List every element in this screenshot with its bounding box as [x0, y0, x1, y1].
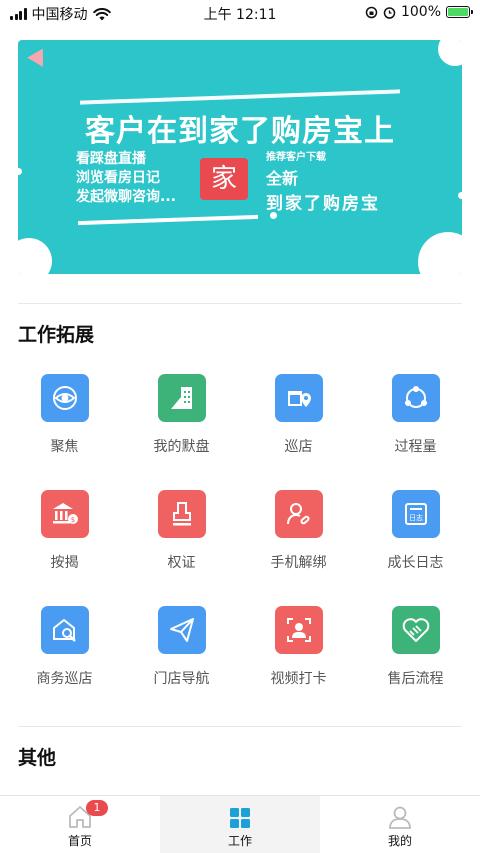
face-frame-icon [274, 606, 323, 654]
banner-recommend: 推荐客户下载 [266, 152, 326, 163]
banner-promo-text: 推荐客户下载 全新 到家了购房宝 [266, 148, 380, 214]
section-title-work: 工作拓展 [18, 324, 95, 346]
tile-growth-log[interactable]: 日志 成长日志 [357, 478, 474, 594]
house-search-icon [40, 606, 89, 654]
tab-home-label: 首页 [67, 834, 92, 848]
tile-label: 手机解绑 [270, 555, 327, 571]
process-cycle-icon [391, 374, 440, 422]
grid-icon [230, 808, 250, 828]
stamp-icon [157, 490, 206, 538]
tab-work-label: 工作 [227, 834, 252, 848]
banner-logo-badge: 家 [200, 158, 248, 200]
banner-app-name: 到家了购房宝 [266, 194, 380, 214]
tile-label: 视频打卡 [270, 671, 327, 687]
tile-label: 门店导航 [153, 671, 210, 687]
tile-label: 售后流程 [387, 671, 444, 687]
battery-icon [446, 6, 473, 18]
tile-label: 按揭 [50, 555, 79, 571]
tab-mine[interactable]: 我的 [320, 796, 480, 853]
rotation-lock-icon [365, 6, 378, 18]
banner-feature-line: 发起微聊咨询... [76, 189, 176, 205]
bottom-tab-bar: 首页 1 工作 我的 [0, 795, 480, 853]
work-grid: 聚焦 我的默盘 巡店 过程量 $ 按揭 权证 手机解绑 日志 成长日志 商务巡店… [6, 362, 474, 710]
decor-dot [458, 192, 462, 199]
promo-banner[interactable]: 客户在到家了购房宝上 看踩盘直播 浏览看房日记 发起微聊咨询... 家 推荐客户… [18, 40, 462, 274]
tile-label: 权证 [167, 555, 196, 571]
user-unlink-icon [274, 490, 323, 538]
notification-badge: 1 [86, 800, 108, 816]
decor-blob [438, 40, 462, 66]
divider [18, 303, 462, 304]
paper-plane-icon [157, 606, 206, 654]
handshake-heart-icon [391, 606, 440, 654]
tile-label: 成长日志 [387, 555, 444, 571]
building-icon [157, 374, 206, 422]
section-title-other: 其他 [18, 747, 57, 769]
tile-label: 聚焦 [50, 439, 79, 455]
banner-feature-line: 看踩盘直播 [76, 151, 146, 167]
focus-eye-icon [40, 374, 89, 422]
banner-new: 全新 [266, 169, 299, 188]
tab-mine-label: 我的 [387, 834, 412, 848]
tab-home[interactable]: 首页 1 [0, 796, 160, 853]
tab-work[interactable]: 工作 [160, 796, 320, 853]
tile-mortgage[interactable]: $ 按揭 [6, 478, 123, 594]
tile-focus[interactable]: 聚焦 [6, 362, 123, 478]
tile-business-patrol[interactable]: 商务巡店 [6, 594, 123, 710]
tile-warrant[interactable]: 权证 [123, 478, 240, 594]
tile-store-nav[interactable]: 门店导航 [123, 594, 240, 710]
tile-video-checkin[interactable]: 视频打卡 [240, 594, 357, 710]
decor-line [80, 89, 400, 105]
alarm-icon [383, 6, 396, 19]
battery-percent: 100% [400, 4, 441, 20]
decor-line [78, 214, 258, 226]
banner-feature-line: 浏览看房日记 [76, 170, 160, 186]
tile-phone-unbind[interactable]: 手机解绑 [240, 478, 357, 594]
tile-label: 过程量 [394, 439, 437, 455]
tile-label: 商务巡店 [36, 671, 93, 687]
tile-patrol[interactable]: 巡店 [240, 362, 357, 478]
svg-text:$: $ [70, 516, 74, 524]
svg-text:日志: 日志 [409, 513, 423, 522]
decor-blob [18, 238, 52, 274]
banner-features: 看踩盘直播 浏览看房日记 发起微聊咨询... [76, 150, 176, 207]
tile-label: 巡店 [284, 439, 313, 455]
decor-dot [18, 168, 22, 175]
status-right: 100% [365, 4, 473, 20]
tile-after-sales[interactable]: 售后流程 [357, 594, 474, 710]
user-icon [389, 806, 411, 829]
decor-triangle [27, 48, 51, 72]
tile-process[interactable]: 过程量 [357, 362, 474, 478]
decor-blob [418, 232, 462, 274]
divider [18, 726, 462, 727]
banner-title: 客户在到家了购房宝上 [85, 114, 395, 149]
bank-icon: $ [40, 490, 89, 538]
tile-my-listings[interactable]: 我的默盘 [123, 362, 240, 478]
shop-location-icon [274, 374, 323, 422]
log-book-icon: 日志 [391, 490, 440, 538]
status-bar: 中国移动 上午 12:11 100% [0, 0, 480, 26]
tile-label: 我的默盘 [153, 439, 210, 455]
